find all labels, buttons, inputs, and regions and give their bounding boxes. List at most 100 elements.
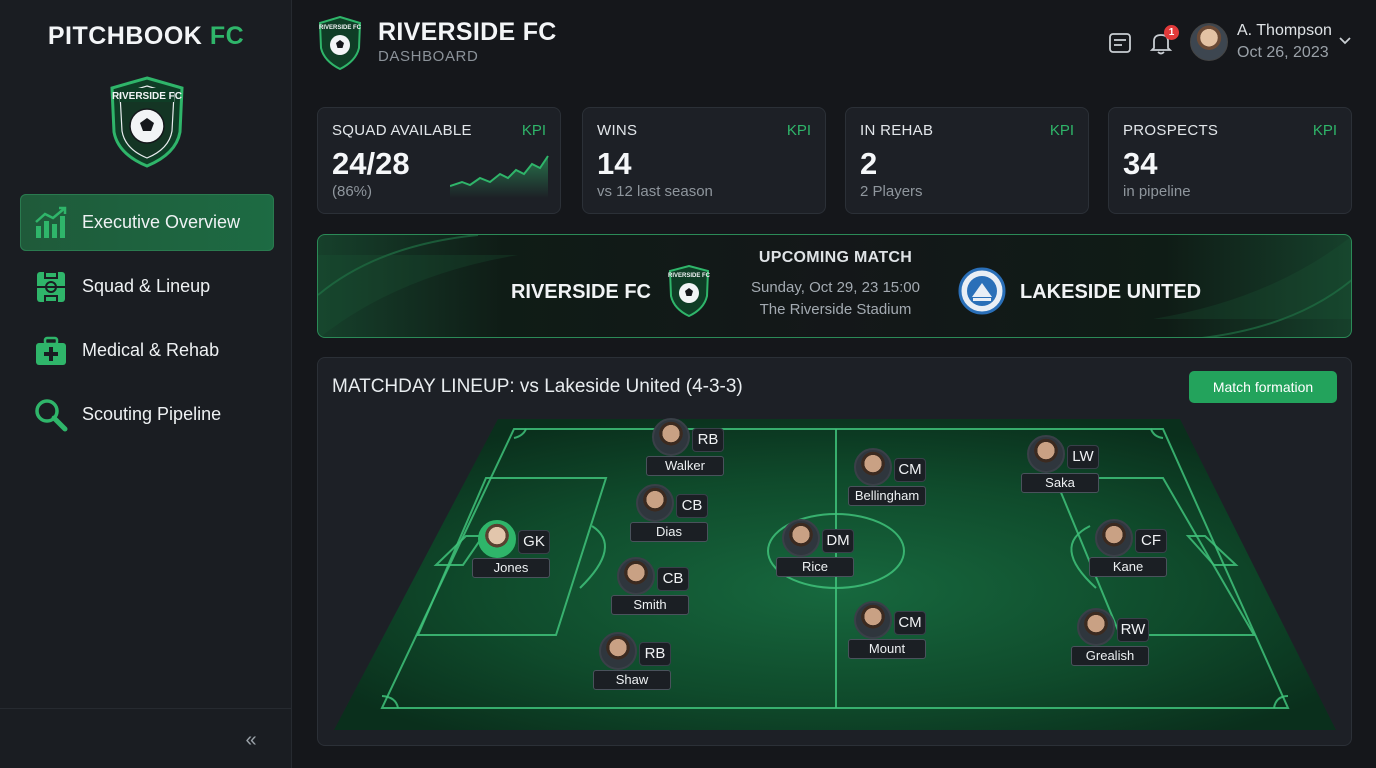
player-card-cb-smith[interactable]: CB Smith	[611, 557, 693, 619]
player-name: Grealish	[1071, 646, 1149, 666]
sidebar-item-squad-lineup[interactable]: Squad & Lineup	[20, 258, 274, 315]
club-crest-icon: RIVERSIDE FC	[110, 76, 184, 168]
sidebar-item-executive-overview[interactable]: Executive Overview	[20, 194, 274, 251]
brand-name: PITCHBOOK	[47, 22, 203, 50]
kpi-tag: KPI	[1049, 122, 1074, 139]
app-root: PITCHBOOK FC RIVERSIDE FC Executive Over…	[0, 0, 1376, 768]
player-card-cf-kane[interactable]: CF Kane	[1089, 519, 1171, 581]
away-team-name: LAKESIDE UNITED	[1020, 281, 1202, 303]
kpi-value: 24/28	[332, 146, 410, 181]
player-name: Saka	[1021, 473, 1099, 493]
player-position: CB	[657, 567, 689, 591]
kpi-card-squad-available[interactable]: SQUAD AVAILABLE KPI 24/28 (86%)	[317, 107, 561, 214]
player-avatar	[1077, 608, 1115, 646]
player-card-lw-saka[interactable]: LW Saka	[1021, 435, 1103, 497]
player-avatar	[1095, 519, 1133, 557]
kpi-tag: KPI	[786, 122, 811, 139]
kpi-card-prospects[interactable]: PROSPECTS KPI 34 in pipeline	[1108, 107, 1352, 214]
player-avatar	[1027, 435, 1065, 473]
player-card-rb-walker[interactable]: RB Walker	[646, 418, 728, 480]
medical-kit-icon	[34, 334, 68, 368]
sidebar-item-medical-rehab[interactable]: Medical & Rehab	[20, 322, 274, 379]
chevron-down-icon[interactable]	[1338, 34, 1352, 48]
svg-text:RIVERSIDE FC: RIVERSIDE FC	[319, 25, 362, 31]
player-avatar	[636, 484, 674, 522]
sidebar: PITCHBOOK FC RIVERSIDE FC Executive Over…	[0, 0, 292, 768]
player-name: Bellingham	[848, 486, 926, 506]
player-card-dm-rice[interactable]: DM Rice	[776, 519, 858, 581]
kpi-value: 14	[597, 146, 632, 181]
search-icon	[34, 398, 68, 432]
player-position: LW	[1067, 445, 1099, 469]
player-avatar	[478, 520, 516, 558]
player-avatar	[854, 448, 892, 486]
player-position: RW	[1117, 618, 1149, 642]
current-date: Oct 26, 2023	[1237, 44, 1329, 61]
user-name[interactable]: A. Thompson	[1237, 22, 1332, 40]
kpi-label: WINS	[597, 122, 638, 139]
sidebar-nav: Executive Overview Squad & Lineup Medica…	[20, 194, 274, 450]
player-position: GK	[518, 530, 550, 554]
upcoming-match-banner[interactable]: UPCOMING MATCH RIVERSIDE FC RIVERSIDE FC…	[317, 234, 1352, 338]
notification-bell-icon[interactable]: 1	[1148, 25, 1179, 56]
player-name: Jones	[472, 558, 550, 578]
notes-icon[interactable]	[1107, 30, 1133, 56]
player-position: CM	[894, 611, 926, 635]
sidebar-footer: «	[0, 708, 292, 768]
player-card-rb-shaw[interactable]: RB Shaw	[593, 632, 675, 694]
player-position: CM	[894, 458, 926, 482]
sidebar-item-label: Squad & Lineup	[82, 276, 211, 296]
player-name: Smith	[611, 595, 689, 615]
sidebar-item-scouting-pipeline[interactable]: Scouting Pipeline	[20, 386, 274, 443]
page-header: RIVERSIDE FC RIVERSIDE FC DASHBOARD 1 A.…	[292, 0, 1376, 90]
kpi-value: 2	[860, 146, 878, 181]
player-card-cm-mount[interactable]: CM Mount	[848, 601, 930, 663]
away-team-crest-icon	[958, 267, 1006, 315]
avatar[interactable]	[1190, 23, 1228, 61]
sidebar-item-label: Executive Overview	[82, 212, 241, 232]
kpi-subtext: 2 Players	[860, 183, 923, 200]
player-avatar	[617, 557, 655, 595]
player-name: Walker	[646, 456, 724, 476]
sparkline-chart	[450, 155, 549, 198]
player-name: Shaw	[593, 670, 671, 690]
club-crest-icon: RIVERSIDE FC	[318, 16, 362, 70]
lineup-icon	[34, 270, 68, 304]
player-avatar	[854, 601, 892, 639]
kpi-subtext: vs 12 last season	[597, 183, 713, 200]
kpi-label: PROSPECTS	[1123, 122, 1219, 139]
player-name: Kane	[1089, 557, 1167, 577]
collapse-sidebar-icon[interactable]: «	[240, 729, 262, 751]
notification-badge: 1	[1164, 25, 1179, 40]
kpi-subtext: (86%)	[332, 183, 373, 200]
player-card-cb-dias[interactable]: CB Dias	[630, 484, 712, 546]
player-card-gk[interactable]: GK Jones	[472, 520, 554, 582]
match-formation-button[interactable]: Match formation	[1189, 371, 1337, 403]
player-avatar	[599, 632, 637, 670]
player-name: Dias	[630, 522, 708, 542]
kpi-value: 34	[1123, 146, 1158, 181]
player-name: Rice	[776, 557, 854, 577]
chart-icon	[34, 206, 68, 240]
lineup-title: MATCHDAY LINEUP: vs Lakeside United (4-3…	[332, 376, 743, 397]
kpi-subtext: in pipeline	[1123, 183, 1191, 200]
page-title: RIVERSIDE FC	[378, 18, 557, 46]
player-position: DM	[822, 529, 854, 553]
kpi-card-wins[interactable]: WINS KPI 14 vs 12 last season	[582, 107, 826, 214]
player-position: CF	[1135, 529, 1167, 553]
brand-logo-text[interactable]: PITCHBOOK FC	[0, 22, 292, 51]
player-position: RB	[692, 428, 724, 452]
player-position: CB	[676, 494, 708, 518]
svg-text:RIVERSIDE FC: RIVERSIDE FC	[112, 91, 182, 102]
kpi-label: IN REHAB	[860, 122, 934, 139]
kpi-label: SQUAD AVAILABLE	[332, 122, 472, 139]
player-card-rw-grealish[interactable]: RW Grealish	[1071, 608, 1153, 670]
kpi-tag: KPI	[521, 122, 546, 139]
kpi-card-in-rehab[interactable]: IN REHAB KPI 2 2 Players	[845, 107, 1089, 214]
player-avatar	[782, 519, 820, 557]
page-subtitle: DASHBOARD	[378, 48, 479, 65]
kpi-tag: KPI	[1312, 122, 1337, 139]
player-card-cm-bellingham[interactable]: CM Bellingham	[848, 448, 930, 510]
sidebar-item-label: Scouting Pipeline	[82, 404, 222, 424]
player-avatar	[652, 418, 690, 456]
